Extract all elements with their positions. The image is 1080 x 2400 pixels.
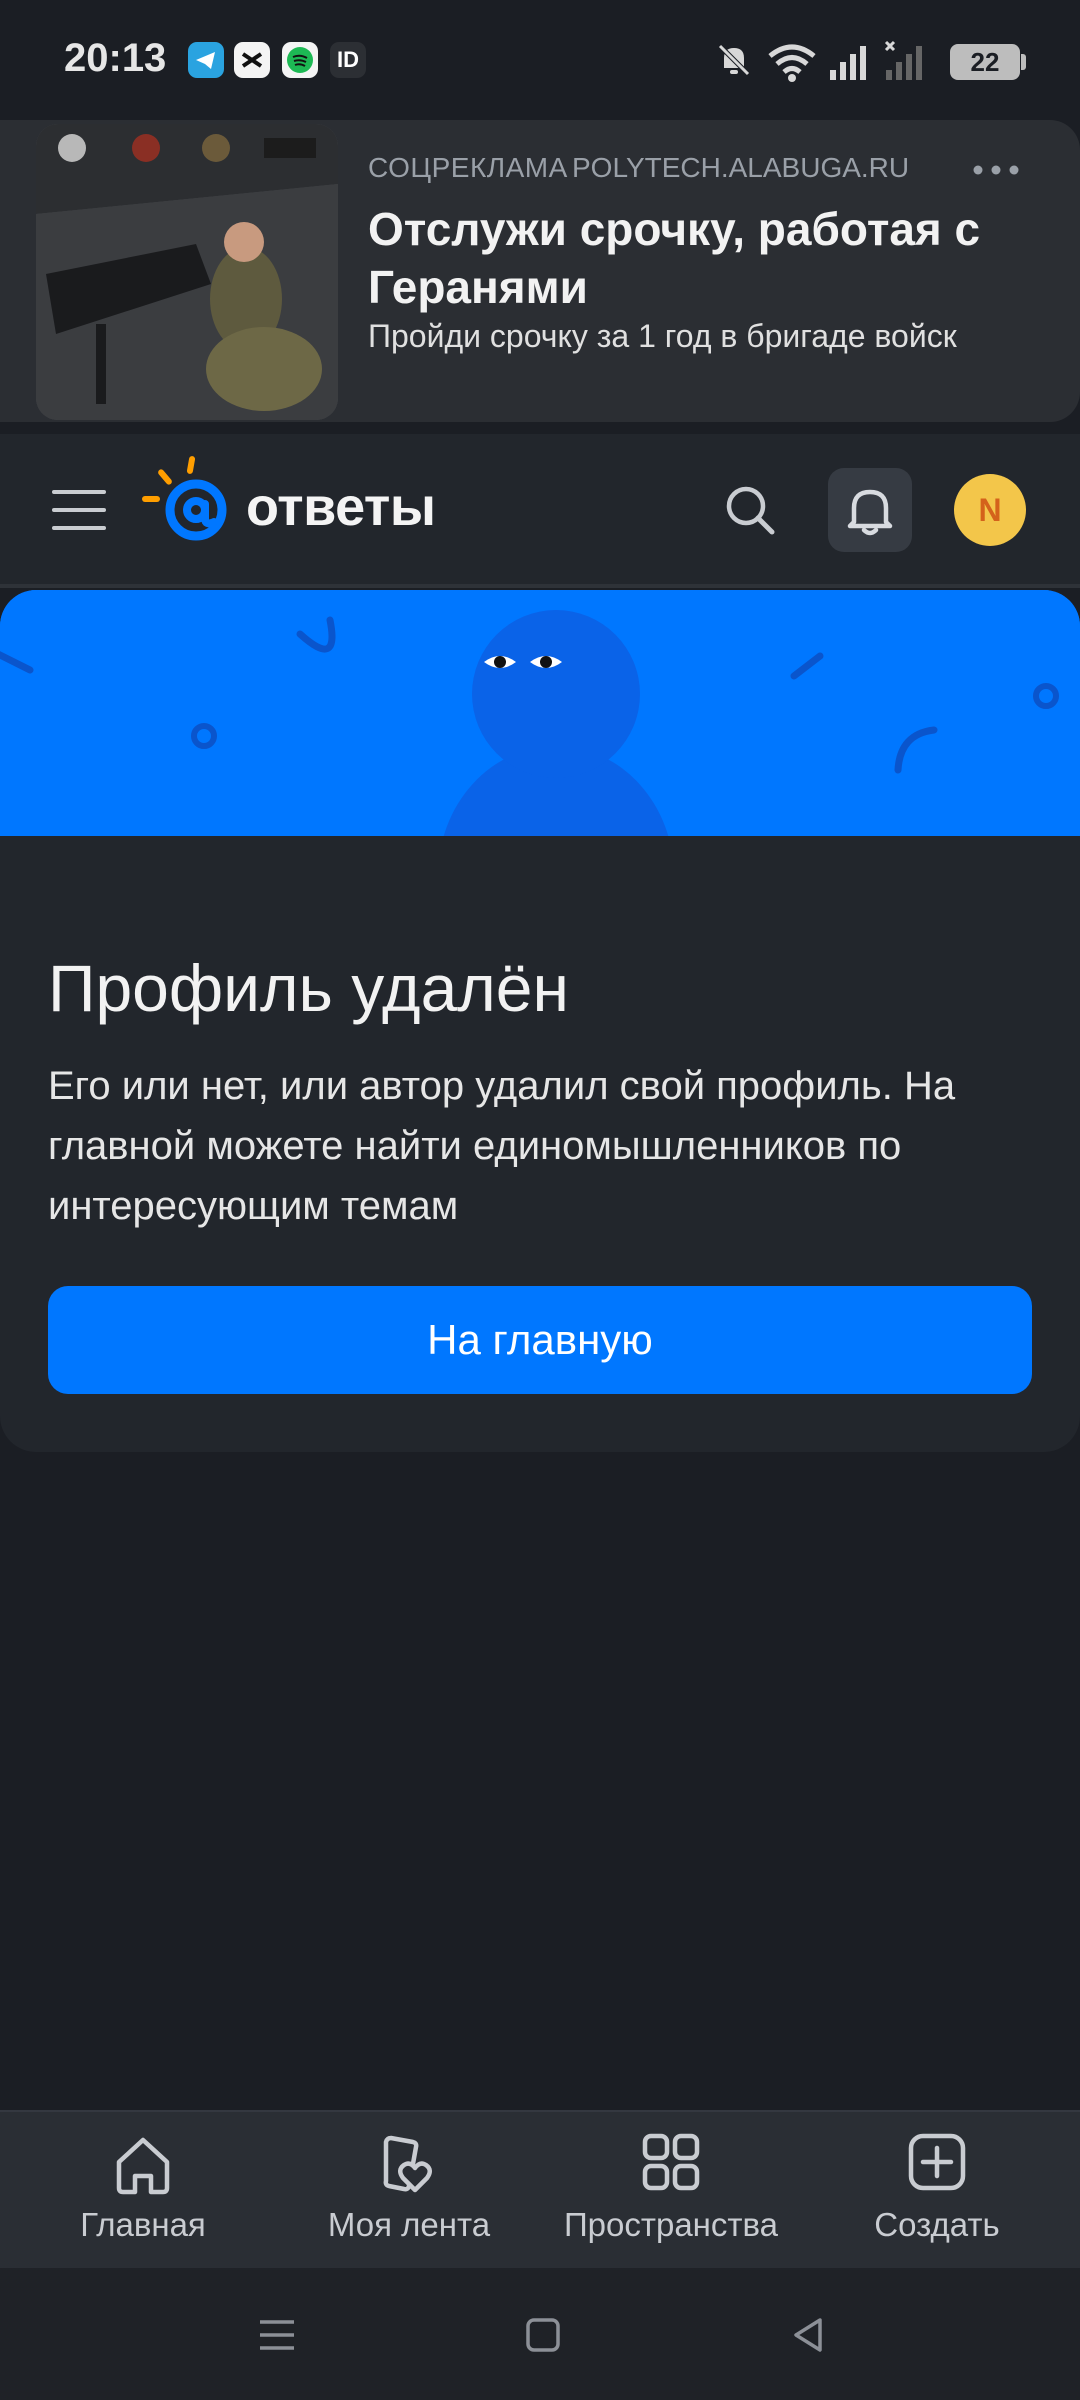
more-dots-icon[interactable] xyxy=(970,152,1022,188)
signal-icon xyxy=(828,42,872,82)
nav-item-create[interactable]: Создать xyxy=(802,2126,1072,2256)
page-title: Профиль удалён xyxy=(48,951,569,1025)
avatar[interactable]: N xyxy=(954,474,1026,546)
ad-domain[interactable]: POLYTECH.ALABUGA.RU xyxy=(572,152,909,184)
nav-item-home[interactable]: Главная xyxy=(8,2126,278,2256)
ad-image[interactable] xyxy=(36,124,338,420)
nav-item-feed[interactable]: Моя лента xyxy=(274,2126,544,2256)
status-time: 20:13 xyxy=(64,36,167,80)
nav-label-create: Создать xyxy=(874,2206,1000,2243)
wifi-icon xyxy=(766,40,818,84)
bell-icon xyxy=(847,489,893,536)
battery-indicator: 22 xyxy=(950,44,1020,80)
search-icon[interactable] xyxy=(720,480,780,540)
battery-tip xyxy=(1021,54,1026,70)
recent-apps-icon[interactable] xyxy=(254,2312,300,2358)
ad-text[interactable]: Пройди срочку за 1 год в бригаде войск xyxy=(368,318,1048,355)
home-icon xyxy=(116,2137,170,2195)
nav-item-spaces[interactable]: Пространства xyxy=(536,2126,806,2256)
logo-icon[interactable] xyxy=(140,452,240,552)
ad-label: СОЦРЕКЛАМА xyxy=(368,152,568,183)
id-icon: ID xyxy=(330,42,366,78)
home-square-icon[interactable] xyxy=(520,2312,566,2358)
telegram-icon xyxy=(188,42,224,78)
go-home-button[interactable]: На главную xyxy=(48,1286,1032,1394)
nav-label-home: Главная xyxy=(80,2206,206,2243)
capcut-icon xyxy=(234,42,270,78)
feed-heart-icon xyxy=(383,2135,432,2193)
signal-no-service-icon xyxy=(884,40,928,82)
nav-label-feed: Моя лента xyxy=(327,2206,491,2243)
header-divider xyxy=(0,584,1080,588)
spotify-icon xyxy=(282,42,318,78)
logo-text[interactable]: ответы xyxy=(246,476,436,538)
ad-title[interactable]: Отслужи срочку, работая с Геранями xyxy=(368,200,988,316)
nav-label-spaces: Пространства xyxy=(563,2206,779,2243)
deleted-profile-illustration xyxy=(0,590,1080,836)
plus-square-icon xyxy=(908,2133,966,2191)
back-triangle-icon[interactable] xyxy=(786,2312,832,2358)
grid-icon xyxy=(642,2133,700,2191)
page-description: Его или нет, или автор удалил свой профи… xyxy=(48,1064,956,1228)
hamburger-menu-icon[interactable] xyxy=(52,490,106,530)
bell-muted-icon xyxy=(712,38,756,82)
notifications-button[interactable] xyxy=(828,468,912,552)
